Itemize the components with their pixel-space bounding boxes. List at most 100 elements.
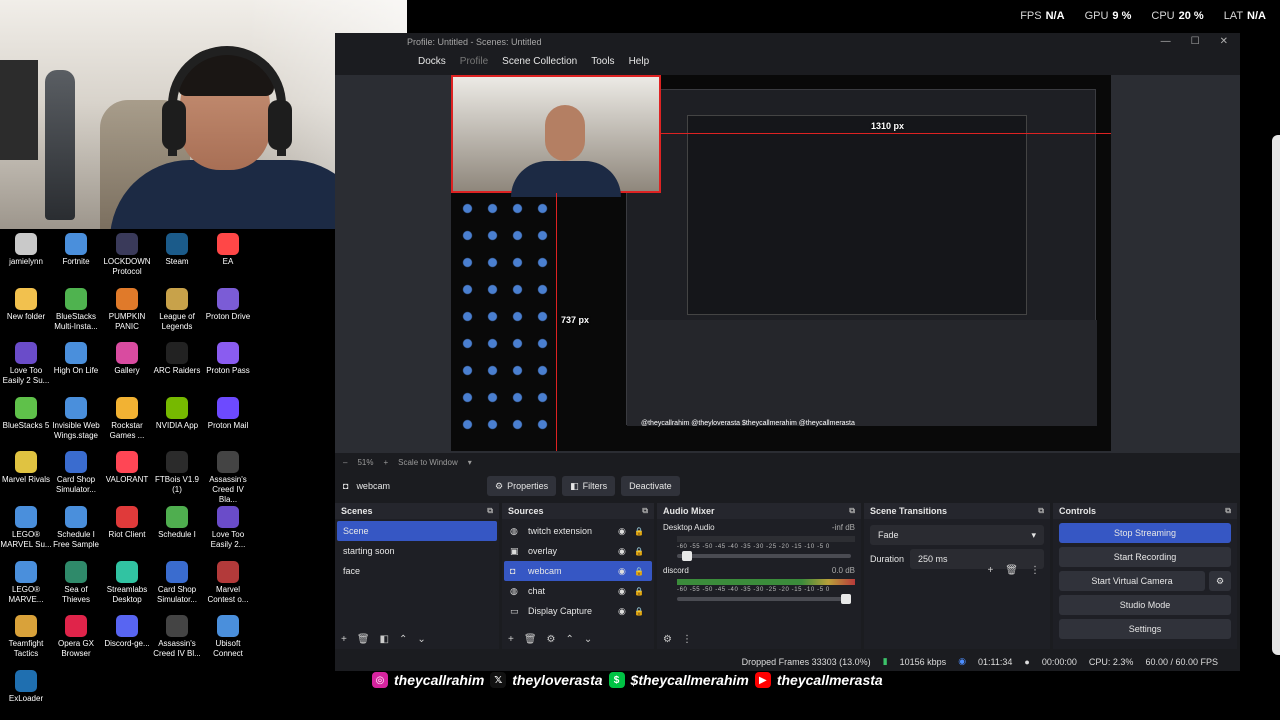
desktop-icon[interactable]: Proton Drive [202,287,254,322]
desktop-icon[interactable]: ExLoader [0,669,52,704]
desktop-icon[interactable]: FTBois V1.9 (1) [151,451,203,495]
desktop-icon[interactable]: Ubisoft Connect [202,615,254,659]
desktop-icon[interactable]: Love Too Easily 2 Su... [0,342,52,386]
zoom-out-button[interactable]: – [343,458,347,467]
desktop-icon[interactable]: Teamfight Tactics [0,615,52,659]
desktop-icon[interactable]: BlueStacks 5 [0,396,52,431]
lock-icon[interactable]: 🔒 [634,527,652,536]
desktop-icon[interactable]: Gallery [101,342,153,376]
lock-icon[interactable]: 🔒 [634,607,652,616]
eye-icon[interactable]: ◉ [618,586,634,597]
desktop-icon[interactable]: Marvel Rivals [0,451,52,485]
desktop-icon[interactable]: EA [202,233,254,267]
more-icon[interactable]: ⋮ [682,634,692,645]
scene-item[interactable]: face [337,561,497,581]
desktop-icon[interactable]: Rockstar Games ... [101,396,153,441]
desktop-icon[interactable]: Love Too Easily 2... [202,506,254,550]
eye-icon[interactable]: ◉ [618,526,634,537]
move-up-icon[interactable]: ⌃ [399,634,407,645]
properties-button[interactable]: ⚙ Properties [487,476,557,496]
scene-item[interactable]: Scene [337,521,497,541]
desktop-icon[interactable]: Discord-ge... [101,615,153,649]
popout-icon[interactable]: ⧉ [487,506,493,516]
close-button[interactable]: ✕ [1220,36,1228,47]
start-recording-button[interactable]: Start Recording [1059,547,1231,567]
menu-profile[interactable]: Profile [460,56,488,67]
lock-icon[interactable]: 🔒 [634,567,652,576]
gear-icon[interactable]: ⚙ [663,634,672,645]
desktop-icon[interactable]: Riot Client [101,506,153,540]
volume-fader[interactable] [677,551,851,561]
transition-select[interactable]: Fade ▾ [870,525,1044,545]
zoom-in-button[interactable]: + [383,458,388,467]
trash-icon[interactable]: 🗑 [1005,565,1018,576]
desktop-icon[interactable]: LEGO® MARVEL Su... [0,506,52,550]
chevron-down-icon[interactable]: ▾ [468,458,472,467]
desktop-icon[interactable]: jamielynn [0,233,52,267]
desktop-icon[interactable]: Streamlabs Desktop [101,560,153,605]
eye-icon[interactable]: ◉ [618,606,634,617]
move-up-icon[interactable]: ⌃ [566,634,574,645]
add-icon[interactable]: + [508,634,514,645]
desktop-icon[interactable]: VALORANT [101,451,153,485]
add-icon[interactable]: + [341,634,347,645]
preview-canvas[interactable]: 1310 px 737 px @theycallrahim @theylover… [451,75,1111,451]
gear-icon[interactable]: ⚙ [1209,571,1231,591]
desktop-icon[interactable]: Invisible Web Wings.stage [50,396,102,441]
popout-icon[interactable]: ⧉ [1225,506,1231,516]
desktop-icon[interactable]: LEGO® MARVE... [0,560,52,605]
desktop-icon[interactable]: Opera GX Browser [50,615,102,659]
studio-mode-button[interactable]: Studio Mode [1059,595,1231,615]
popout-icon[interactable]: ⧉ [642,506,648,516]
scale-mode[interactable]: Scale to Window [398,458,458,467]
desktop-icon[interactable]: Card Shop Simulator... [50,451,102,495]
desktop-icon[interactable]: ARC Raiders [151,342,203,376]
desktop-icon[interactable]: Steam [151,233,203,267]
filter-icon[interactable]: ◧ [380,634,389,645]
source-item[interactable]: ◘ webcam ◉ 🔒 [504,561,652,581]
filters-button[interactable]: ◧ Filters [562,476,616,496]
menu-help[interactable]: Help [629,56,650,67]
desktop-icon[interactable]: Card Shop Simulator... [151,560,203,605]
desktop-icon[interactable]: Assassin's Creed IV Bla... [202,451,254,505]
stop-streaming-button[interactable]: Stop Streaming [1059,523,1231,543]
fader-knob[interactable] [681,551,692,561]
desktop-icon[interactable]: Assassin's Creed IV Bl... [151,615,203,659]
settings-button[interactable]: Settings [1059,619,1231,639]
source-item[interactable]: ▣ overlay ◉ 🔒 [504,541,652,561]
deactivate-button[interactable]: Deactivate [621,476,680,496]
trash-icon[interactable]: 🗑 [357,634,370,645]
menu-tools[interactable]: Tools [591,56,614,67]
desktop-icon[interactable]: Fortnite [50,233,102,267]
move-down-icon[interactable]: ⌄ [417,634,425,645]
desktop-icon[interactable]: Marvel Contest o... [202,560,254,605]
desktop-icon[interactable]: LOCKDOWN Protocol [101,233,153,277]
lock-icon[interactable]: 🔒 [634,587,652,596]
desktop-icon[interactable]: New folder [0,287,52,322]
menu-scene-collection[interactable]: Scene Collection [502,56,577,67]
minimize-button[interactable]: — [1161,36,1171,47]
desktop-icon[interactable]: Proton Mail [202,396,254,431]
eye-icon[interactable]: ◉ [618,566,634,577]
menu-docks[interactable]: Docks [418,56,446,67]
start-virtual-camera-button[interactable]: Start Virtual Camera [1059,571,1205,591]
source-item[interactable]: ◍ chat ◉ 🔒 [504,581,652,601]
desktop-icon[interactable]: Schedule I [151,506,203,540]
lock-icon[interactable]: 🔒 [634,547,652,556]
more-icon[interactable]: ⋮ [1030,565,1040,576]
source-item[interactable]: ▭ Display Capture ◉ 🔒 [504,601,652,621]
desktop-icon[interactable]: Sea of Thieves [50,560,102,605]
maximize-button[interactable]: ☐ [1191,36,1200,47]
add-icon[interactable]: + [987,565,993,576]
popout-icon[interactable]: ⧉ [849,506,855,516]
desktop-icon[interactable]: BlueStacks Multi-Insta... [50,287,102,332]
desktop-icon[interactable]: NVIDIA App [151,396,203,431]
source-item[interactable]: ◍ twitch extension ◉ 🔒 [504,521,652,541]
scene-item[interactable]: starting soon [337,541,497,561]
volume-fader[interactable] [677,594,851,604]
move-down-icon[interactable]: ⌄ [584,634,592,645]
gear-icon[interactable]: ⚙ [547,634,556,645]
desktop-icon[interactable]: Schedule I Free Sample [50,506,102,550]
desktop-icon[interactable]: PUMPKIN PANIC [101,287,153,332]
fader-knob[interactable] [841,594,851,604]
